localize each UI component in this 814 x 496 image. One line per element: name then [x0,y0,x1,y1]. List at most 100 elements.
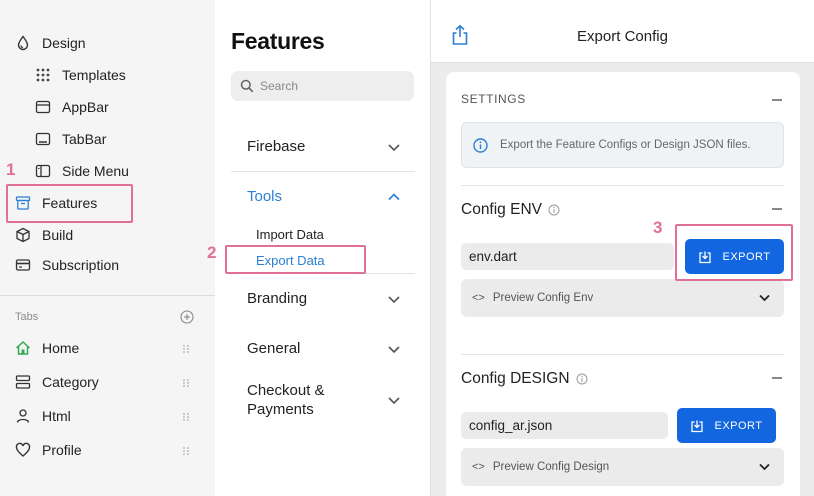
tabs-section-label: Tabs [15,311,39,323]
export-design-button[interactable]: EXPORT [677,408,776,443]
annotation-step-1: 1 [6,160,16,179]
drag-handle-icon[interactable] [182,446,190,456]
preview-config-design[interactable]: <> Preview Config Design [461,448,784,486]
info-icon [473,137,488,153]
section-firebase[interactable]: Firebase [231,138,415,155]
section-checkout-payments[interactable]: Checkout & Payments [231,380,415,420]
settings-heading: SETTINGS [461,92,526,106]
annotation-step-3: 3 [653,218,663,237]
preview-label: Preview Config Design [492,461,610,473]
section-general[interactable]: General [231,340,415,357]
sidebar-item-subscription[interactable]: Subscription [15,253,119,277]
code-icon: <> [472,292,485,304]
settings-card: SETTINGS Export the Feature Configs or D… [446,72,800,496]
tab-item-label: Home [42,340,80,356]
tab-item-label: Category [42,374,99,390]
sidebar-item-design[interactable]: Design [15,31,86,55]
category-icon [15,374,31,390]
search-input[interactable] [260,79,410,93]
drop-icon [15,35,31,51]
chevron-down-icon [759,294,770,302]
section-label: Checkout & Payments [231,381,325,419]
config-design-label: Config DESIGN [461,370,570,387]
annotation-highlight-export-data [225,245,366,274]
sidebar-item-build[interactable]: Build [15,223,73,247]
appbar-icon [35,99,51,115]
config-env-title: Config ENV [461,201,560,219]
tab-item-label: Profile [42,442,82,458]
sidebar-item-templates[interactable]: Templates [35,63,126,87]
user-icon [15,408,31,424]
grid-icon [35,67,51,83]
sidebar: Design Templates AppBar TabBar Side Menu… [0,0,215,496]
annotation-highlight-export-button [675,224,793,281]
panel-header: Export Config [431,0,814,63]
config-env-label: Config ENV [461,201,542,218]
sidebar-item-label: Design [42,35,86,51]
chevron-down-icon [388,345,400,353]
export-button-label: EXPORT [714,419,763,432]
sidebar-item-label: AppBar [62,99,109,115]
tab-item-html[interactable]: Html [15,404,71,428]
panel-title: Export Config [577,28,668,45]
tab-item-profile[interactable]: Profile [15,438,82,462]
design-filename-field[interactable]: config_ar.json [461,412,668,439]
section-label: Branding [247,290,308,307]
section-branding[interactable]: Branding [231,290,415,307]
download-icon [691,420,704,432]
annotation-highlight-features [6,184,133,223]
sidebar-item-label: Build [42,227,74,243]
help-icon[interactable] [548,204,560,216]
sidebar-item-label: TabBar [62,131,107,147]
search-box[interactable] [231,71,414,101]
sidebar-item-label: Templates [62,67,126,83]
env-filename-field[interactable]: env.dart [461,243,674,270]
config-design-title: Config DESIGN [461,370,588,388]
tabbar-icon [35,131,51,147]
cube-icon [15,227,31,243]
section-label: Firebase [247,138,306,155]
drag-handle-icon[interactable] [182,344,190,354]
divider [461,185,784,186]
tab-item-label: Html [42,408,71,424]
section-label: General [247,340,301,357]
info-box: Export the Feature Configs or Design JSO… [461,122,784,168]
sidebar-item-side-menu[interactable]: Side Menu [35,159,129,183]
divider [231,171,415,172]
add-tab-icon[interactable] [180,310,194,324]
tab-item-category[interactable]: Category [15,370,99,394]
tab-item-home[interactable]: Home [15,336,79,360]
preview-config-env[interactable]: <> Preview Config Env [461,279,784,317]
section-label-line2: Payments [247,401,314,418]
chevron-up-icon [388,192,400,200]
sidebar-item-appbar[interactable]: AppBar [35,95,109,119]
features-title: Features [231,28,325,54]
search-icon [240,79,254,93]
chevron-down-icon [388,397,400,405]
sidebar-item-tabbar[interactable]: TabBar [35,127,106,151]
annotation-step-2: 2 [207,243,217,262]
info-text: Export the Feature Configs or Design JSO… [500,139,751,151]
chevron-down-icon [388,143,400,151]
section-label: Tools [247,188,283,205]
preview-label: Preview Config Env [492,292,594,304]
sidebar-item-label: Subscription [42,257,120,273]
side-menu-icon [35,163,51,179]
help-icon[interactable] [576,373,588,385]
chevron-down-icon [388,295,400,303]
menu-item-import-data[interactable]: Import Data [256,227,324,242]
heart-icon [15,442,31,458]
card-icon [15,257,31,273]
code-icon: <> [472,461,485,473]
sidebar-item-label: Side Menu [62,163,129,179]
chevron-down-icon [759,463,770,471]
drag-handle-icon[interactable] [182,412,190,422]
divider [461,354,784,355]
section-label-line1: Checkout & [247,382,325,399]
section-tools[interactable]: Tools [231,188,415,205]
collapse-icon[interactable] [772,208,782,210]
sidebar-divider [0,295,215,296]
collapse-icon[interactable] [772,99,782,101]
drag-handle-icon[interactable] [182,378,190,388]
collapse-icon[interactable] [772,377,782,379]
